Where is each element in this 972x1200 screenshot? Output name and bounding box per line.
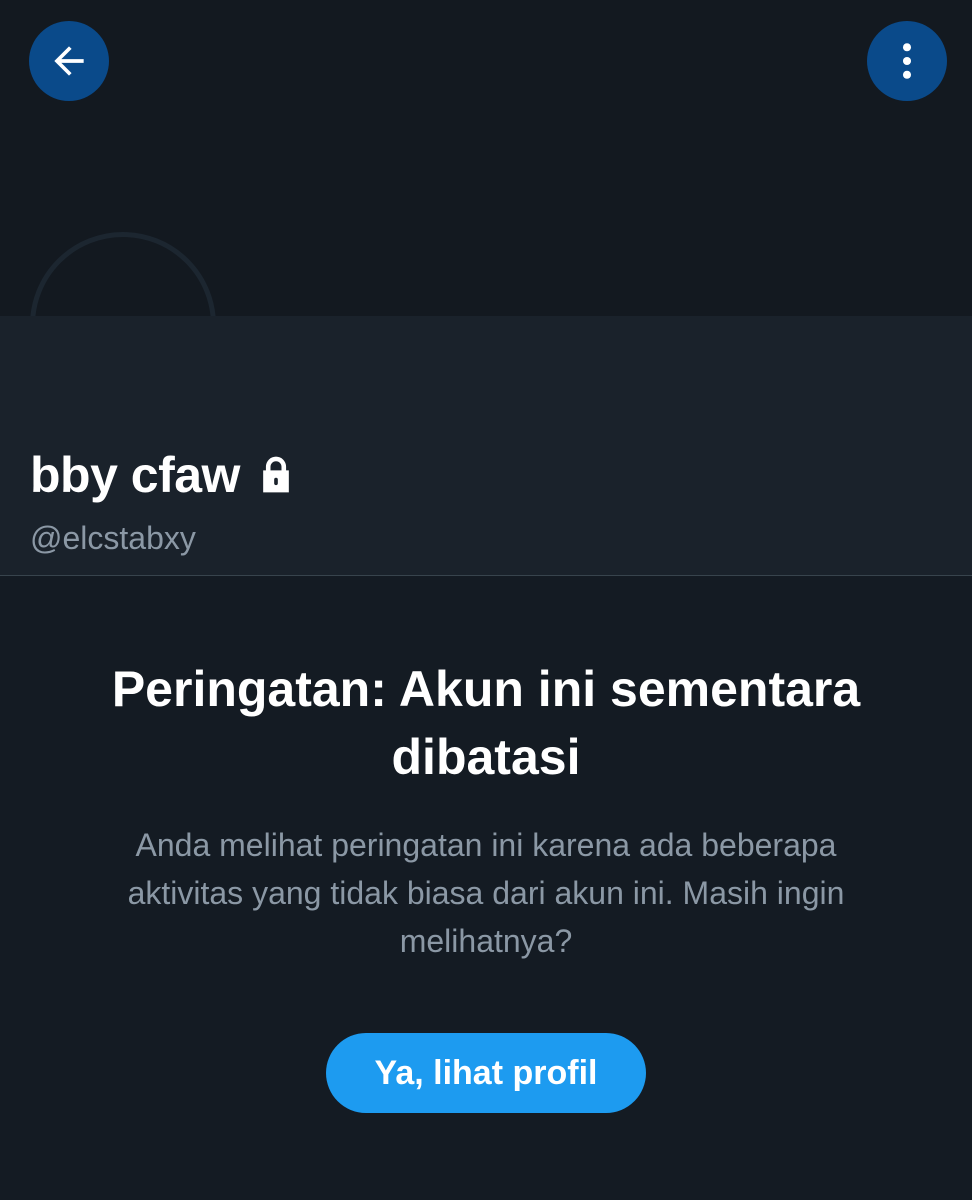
restriction-warning: Peringatan: Akun ini sementara dibatasi … — [0, 655, 972, 965]
arrow-left-icon — [54, 46, 84, 76]
display-name-row: bby cfaw — [30, 446, 298, 504]
warning-description: Anda melihat peringatan ini karena ada b… — [127, 827, 845, 959]
back-button[interactable] — [29, 21, 109, 101]
username-handle: @elcstabxy — [30, 520, 196, 556]
more-vertical-icon — [902, 43, 912, 79]
display-name: bby cfaw — [30, 447, 240, 503]
lock-icon — [263, 456, 289, 493]
warning-title: Peringatan: Akun ini sementara dibatasi — [111, 661, 861, 785]
profile-page: bby cfaw @elcstabxy Peringatan: Akun ini… — [0, 0, 972, 1200]
more-options-button[interactable] — [867, 21, 947, 101]
view-profile-button[interactable]: Ya, lihat profil — [326, 1033, 646, 1113]
